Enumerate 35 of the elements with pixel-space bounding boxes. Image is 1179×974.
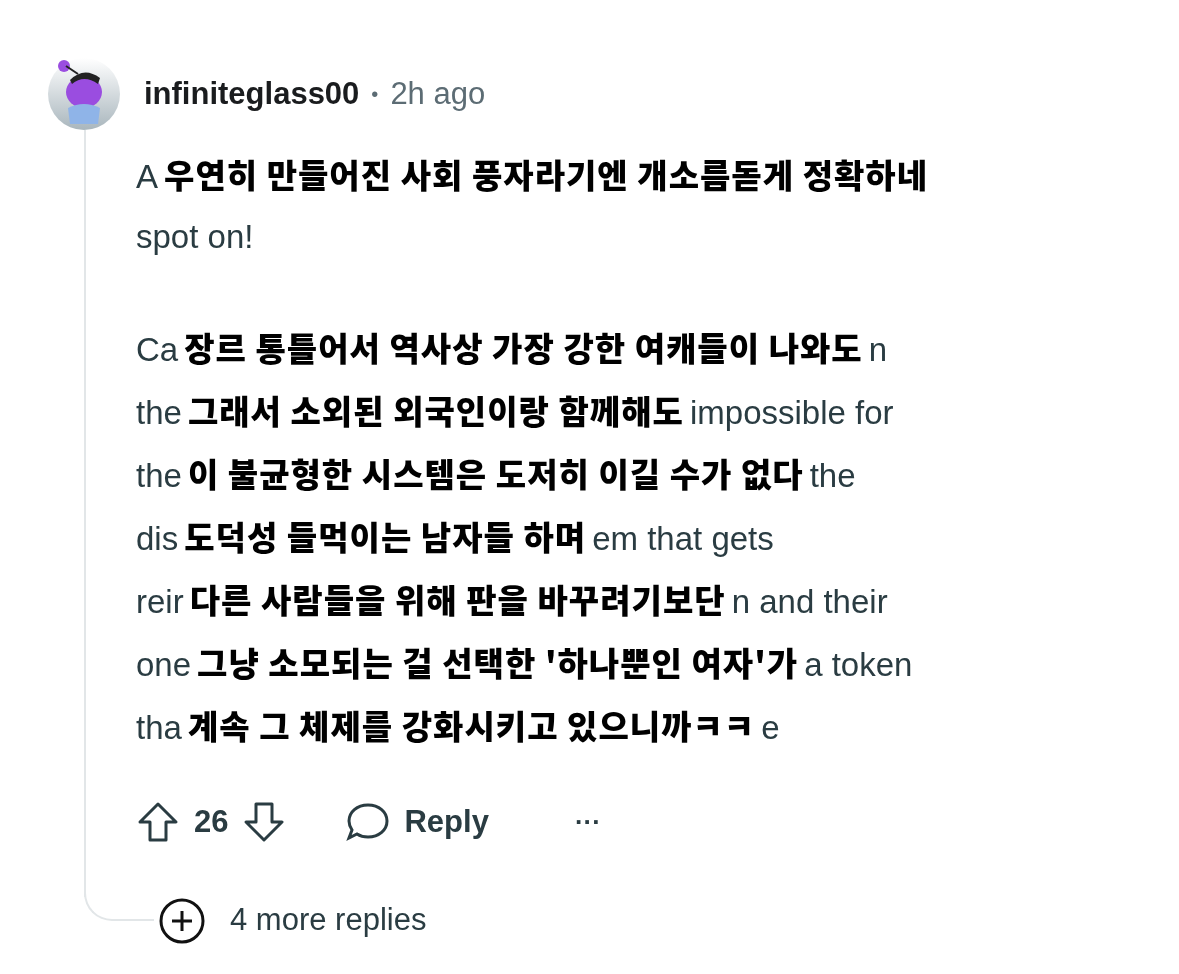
- comment-text: reir: [136, 582, 184, 622]
- speech-bubble-icon: [346, 802, 391, 843]
- comment-text: spot on!: [136, 217, 254, 257]
- comment-text: one: [136, 645, 192, 685]
- more-replies-button[interactable]: 4 more replies: [154, 896, 427, 945]
- comment-text: n: [868, 330, 888, 370]
- caption-text: 장르 통틀어서 역사상 가장 강한 여캐들이 나와도: [184, 322, 863, 373]
- comment-text: the: [136, 456, 182, 496]
- upvote-button[interactable]: [136, 800, 180, 845]
- caption-text: 이 불균형한 시스템은 도저히 이길 수가 없다: [187, 448, 804, 499]
- comment-text: impossible for: [689, 393, 894, 433]
- comment-text: em that gets: [592, 519, 774, 559]
- comment-text: n and their: [731, 582, 888, 622]
- caption-text: 계속 그 체제를 강화시키고 있으니까ㅋㅋ: [187, 700, 756, 751]
- caption-text: 우연히 만들어진 사회 풍자라기엔 개소름돋게 정확하네: [164, 149, 929, 200]
- more-options-button[interactable]: ···: [568, 801, 607, 843]
- reply-button[interactable]: Reply: [340, 798, 495, 847]
- vote-count: 26: [194, 803, 229, 841]
- caption-text: 도덕성 들먹이는 남자들 하며: [184, 511, 587, 562]
- plus-icon: [158, 896, 206, 945]
- timestamp: 2h ago: [390, 74, 486, 113]
- comment-text: the: [809, 456, 856, 496]
- comment-text: the: [136, 393, 182, 433]
- caption-text: 다른 사람들을 위해 판을 바꾸려기보단: [189, 574, 726, 625]
- comment-text: tha: [136, 708, 182, 748]
- username[interactable]: infiniteglass00: [144, 70, 360, 118]
- avatar-icon: [48, 58, 120, 130]
- caption-text: 그냥 소모되는 걸 선택한 '하나뿐인 여자'가: [197, 637, 799, 688]
- comment-text: a token: [804, 645, 913, 685]
- comment-text: A: [136, 157, 158, 197]
- comment-text: dis: [136, 519, 179, 559]
- comment-text: e: [761, 708, 780, 748]
- comment-text: Ca: [136, 330, 179, 370]
- separator-dot: •: [371, 82, 379, 107]
- caption-text: 그래서 소외된 외국인이랑 함께해도: [187, 385, 684, 436]
